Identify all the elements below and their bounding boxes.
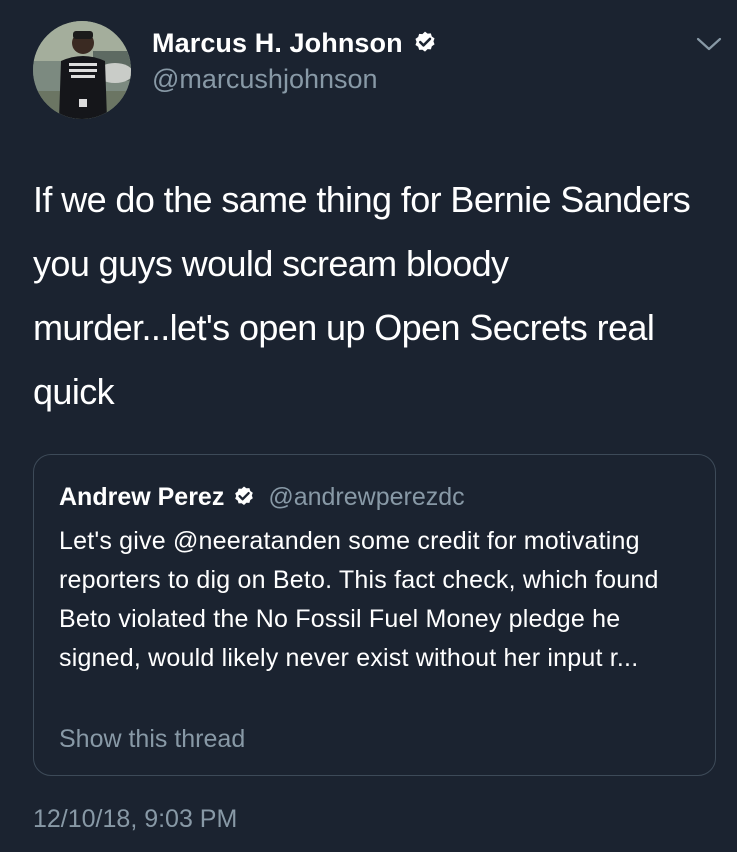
quoted-handle: @andrewperezdc [268, 482, 465, 511]
author-name-row: Marcus H. Johnson [152, 26, 438, 60]
chevron-down-icon[interactable] [695, 34, 723, 54]
avatar[interactable] [33, 21, 131, 119]
quoted-display-name: Andrew Perez [59, 482, 225, 511]
tweet-text: If we do the same thing for Bernie Sande… [33, 179, 691, 412]
author-block[interactable]: Marcus H. Johnson @marcushjohnson [152, 26, 438, 95]
verified-badge-icon [412, 30, 438, 56]
verified-badge-icon [232, 485, 256, 509]
author-display-name[interactable]: Marcus H. Johnson [152, 28, 403, 59]
quoted-tweet-card[interactable]: Andrew Perez @andrewperezdc Let's give @… [33, 454, 716, 776]
avatar-photo [33, 21, 131, 119]
quoted-tweet-text: Let's give @neeratanden some credit for … [59, 527, 659, 672]
author-handle[interactable]: @marcushjohnson [152, 64, 438, 95]
quoted-tweet-header: Andrew Perez @andrewperezdc [59, 481, 465, 513]
show-thread-link[interactable]: Show this thread [59, 725, 245, 754]
tweet-detail: Marcus H. Johnson @marcushjohnson If we … [0, 0, 737, 852]
tweet-timestamp[interactable]: 12/10/18, 9:03 PM [33, 805, 237, 834]
